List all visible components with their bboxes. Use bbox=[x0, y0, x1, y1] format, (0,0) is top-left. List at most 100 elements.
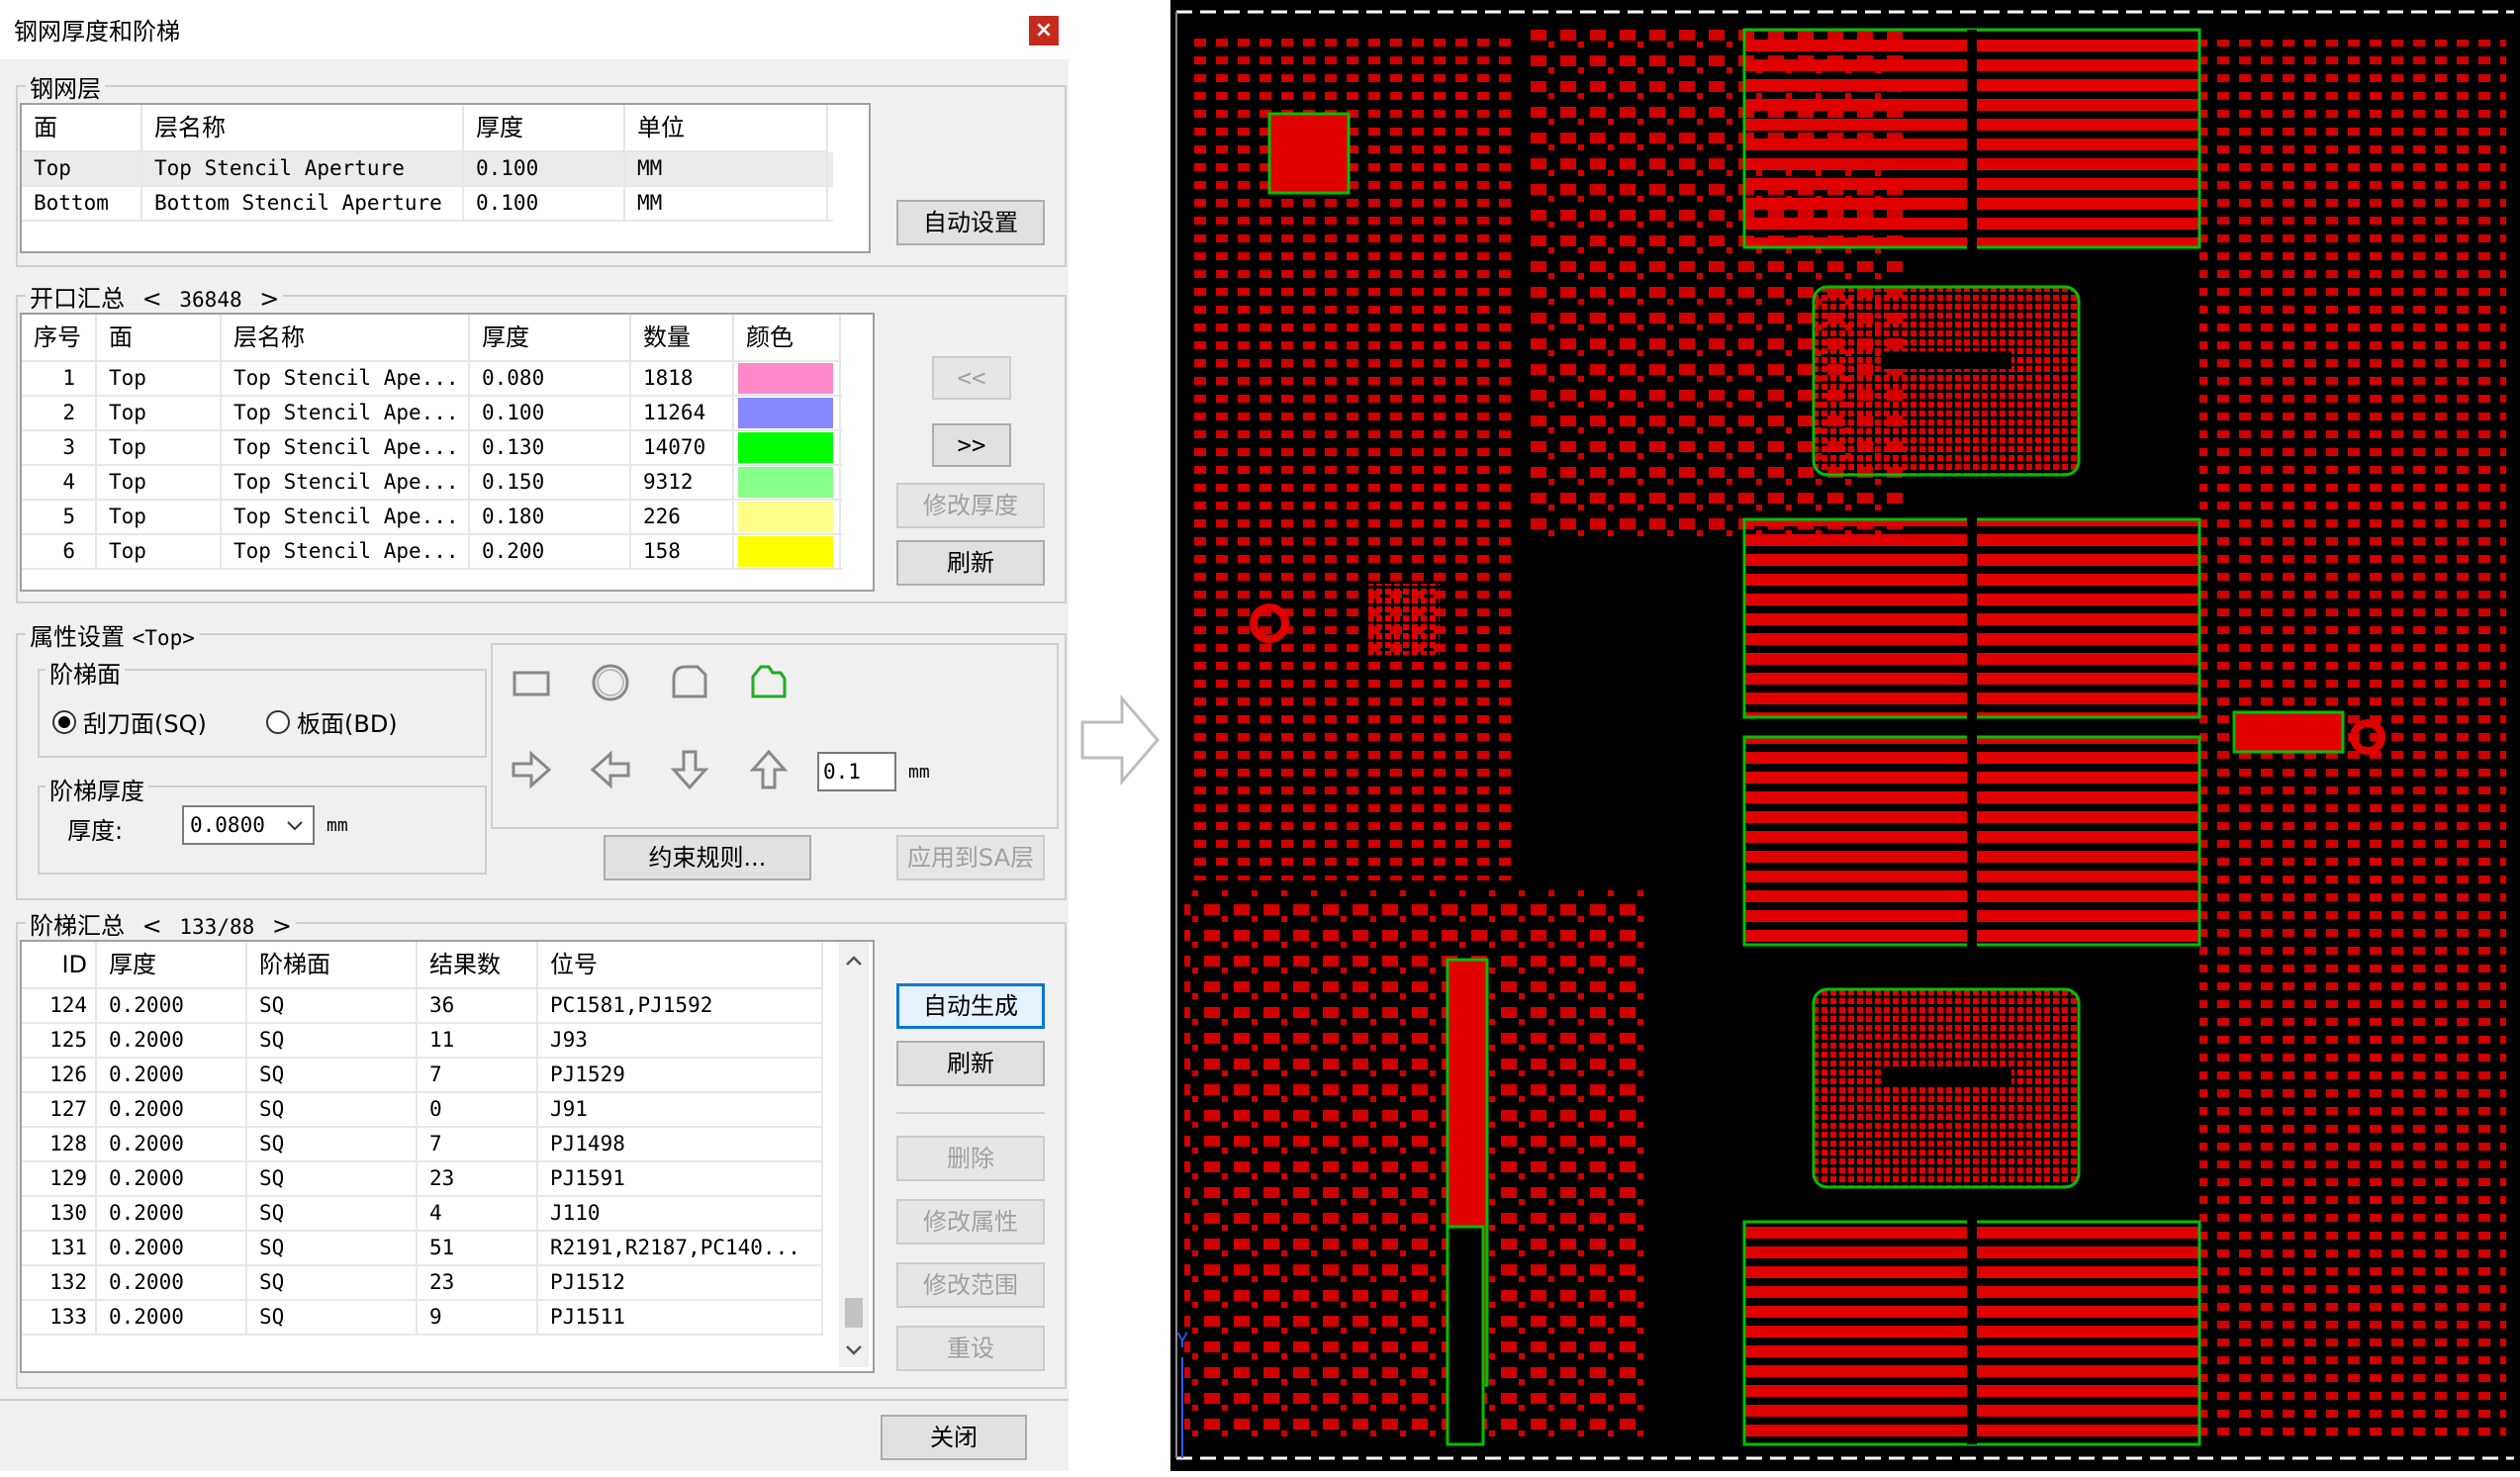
table-row[interactable]: 130 0.2000 SQ 4 J110 bbox=[22, 1197, 823, 1232]
column-header[interactable]: 数量 bbox=[631, 315, 734, 360]
table-row[interactable]: 131 0.2000 SQ 51 R2191,R2187,PC140... bbox=[22, 1232, 823, 1266]
refresh-steps-button[interactable]: 刷新 bbox=[896, 1041, 1045, 1086]
color-cell[interactable] bbox=[734, 535, 841, 568]
column-header[interactable]: 单位 bbox=[625, 105, 828, 150]
auto-setup-button[interactable]: 自动设置 bbox=[896, 200, 1045, 245]
pcb-stencil-view[interactable]: Y bbox=[1170, 0, 2520, 1471]
close-button[interactable]: 关闭 bbox=[881, 1415, 1027, 1460]
scroll-down-icon[interactable] bbox=[839, 1336, 869, 1365]
refdes-cell: PJ1512 bbox=[538, 1266, 823, 1299]
custom-shape-tool-icon[interactable] bbox=[743, 657, 794, 708]
column-header[interactable]: 厚度 bbox=[97, 942, 247, 987]
apply-to-sa-button[interactable]: 应用到SA层 bbox=[896, 835, 1045, 880]
rectangle-tool-icon[interactable] bbox=[506, 657, 557, 708]
color-cell[interactable] bbox=[734, 466, 841, 499]
face-cell: Top bbox=[97, 466, 222, 499]
connector-strip bbox=[1446, 1225, 1485, 1446]
index-cell: 3 bbox=[22, 431, 97, 464]
next-page-icon[interactable]: > bbox=[259, 285, 279, 313]
column-header[interactable]: 位号 bbox=[538, 942, 823, 987]
stencil-layer-legend: 钢网层 bbox=[26, 69, 105, 104]
option-squeegee[interactable]: 刮刀面(SQ) bbox=[51, 704, 207, 739]
scroll-up-icon[interactable] bbox=[839, 946, 869, 975]
modify-attributes-button[interactable]: 修改属性 bbox=[896, 1199, 1045, 1245]
thickness-cell: 0.100 bbox=[470, 397, 631, 429]
component-area-left-lower bbox=[1184, 890, 1649, 1444]
delete-button[interactable]: 删除 bbox=[896, 1136, 1045, 1181]
chamfer-shape-tool-icon[interactable] bbox=[664, 657, 715, 708]
modify-range-button[interactable]: 修改范围 bbox=[896, 1262, 1045, 1308]
face-cell: SQ bbox=[247, 1059, 418, 1091]
auto-generate-button[interactable]: 自动生成 bbox=[896, 983, 1045, 1029]
reset-button[interactable]: 重设 bbox=[896, 1326, 1045, 1371]
radio-checked-icon[interactable] bbox=[51, 709, 77, 735]
move-down-icon[interactable] bbox=[664, 744, 715, 795]
offset-input[interactable]: 0.1 bbox=[817, 752, 896, 791]
next-button[interactable]: >> bbox=[932, 423, 1011, 467]
column-header[interactable]: ID bbox=[22, 942, 97, 987]
color-swatch bbox=[738, 432, 833, 463]
next-page-icon[interactable]: > bbox=[272, 912, 292, 940]
prev-page-icon[interactable]: < bbox=[142, 912, 162, 940]
connector-strip bbox=[2232, 710, 2345, 754]
table-row[interactable]: 3 Top Top Stencil Ape... 0.130 14070 bbox=[22, 431, 843, 466]
refdes-cell: R2191,R2187,PC140... bbox=[538, 1232, 823, 1264]
color-cell[interactable] bbox=[734, 431, 841, 464]
thickness-select[interactable]: 0.0800 bbox=[182, 805, 315, 845]
layer-name-cell: Top Stencil Ape... bbox=[222, 431, 470, 464]
component-area-left bbox=[1184, 30, 1521, 880]
column-header[interactable]: 序号 bbox=[22, 315, 97, 360]
move-up-icon[interactable] bbox=[743, 744, 794, 795]
color-cell[interactable] bbox=[734, 397, 841, 429]
result-count-cell: 23 bbox=[418, 1266, 538, 1299]
column-header[interactable]: 层名称 bbox=[142, 105, 464, 150]
table-row[interactable]: 129 0.2000 SQ 23 PJ1591 bbox=[22, 1162, 823, 1197]
result-count-cell: 4 bbox=[418, 1197, 538, 1230]
refresh-openings-button[interactable]: 刷新 bbox=[896, 540, 1045, 586]
close-window-button[interactable]: × bbox=[1029, 16, 1059, 46]
table-row[interactable]: Top Top Stencil Aperture 0.100 MM bbox=[22, 152, 833, 187]
table-row[interactable]: 133 0.2000 SQ 9 PJ1511 bbox=[22, 1301, 823, 1336]
column-header[interactable]: 面 bbox=[97, 315, 222, 360]
table-row[interactable]: 132 0.2000 SQ 23 PJ1512 bbox=[22, 1266, 823, 1301]
table-row[interactable]: 128 0.2000 SQ 7 PJ1498 bbox=[22, 1128, 823, 1162]
constraint-rules-button[interactable]: 约束规则... bbox=[604, 835, 811, 880]
table-row[interactable]: 2 Top Top Stencil Ape... 0.100 11264 bbox=[22, 397, 843, 431]
column-header[interactable]: 厚度 bbox=[464, 105, 625, 150]
option-board[interactable]: 板面(BD) bbox=[265, 704, 398, 739]
move-left-icon[interactable] bbox=[585, 744, 636, 795]
column-header[interactable]: 厚度 bbox=[470, 315, 631, 360]
quantity-cell: 14070 bbox=[631, 431, 734, 464]
color-cell[interactable] bbox=[734, 362, 841, 395]
face-cell: SQ bbox=[247, 1162, 418, 1195]
table-row[interactable]: 127 0.2000 SQ 0 J91 bbox=[22, 1093, 823, 1128]
table-row[interactable]: Bottom Bottom Stencil Aperture 0.100 MM bbox=[22, 187, 833, 222]
column-header[interactable]: 层名称 bbox=[222, 315, 470, 360]
table-row[interactable]: 6 Top Top Stencil Ape... 0.200 158 bbox=[22, 535, 843, 570]
column-header[interactable]: 阶梯面 bbox=[247, 942, 418, 987]
move-right-icon[interactable] bbox=[506, 744, 557, 795]
modify-thickness-button[interactable]: 修改厚度 bbox=[896, 483, 1045, 528]
table-row[interactable]: 125 0.2000 SQ 11 J93 bbox=[22, 1024, 823, 1059]
scrollbar-thumb[interactable] bbox=[845, 1298, 863, 1328]
table-row[interactable]: 126 0.2000 SQ 7 PJ1529 bbox=[22, 1059, 823, 1093]
table-row[interactable]: 1 Top Top Stencil Ape... 0.080 1818 bbox=[22, 362, 843, 397]
prev-button[interactable]: << bbox=[932, 356, 1011, 400]
vertical-scrollbar[interactable] bbox=[839, 942, 869, 1367]
column-header[interactable]: 结果数 bbox=[418, 942, 538, 987]
prev-page-icon[interactable]: < bbox=[142, 285, 162, 313]
face-cell: SQ bbox=[247, 1024, 418, 1057]
column-header[interactable]: 面 bbox=[22, 105, 142, 150]
opening-summary-header: 序号 面 层名称 厚度 数量 颜色 bbox=[22, 315, 841, 362]
cpu-center-pad-1 bbox=[1883, 351, 2011, 369]
face-cell: Top bbox=[97, 362, 222, 395]
circle-tool-icon[interactable] bbox=[585, 657, 636, 708]
radio-unchecked-icon[interactable] bbox=[265, 709, 291, 735]
column-header[interactable]: 颜色 bbox=[734, 315, 841, 360]
color-cell[interactable] bbox=[734, 501, 841, 533]
table-row[interactable]: 124 0.2000 SQ 36 PC1581,PJ1592 bbox=[22, 989, 823, 1024]
table-row[interactable]: 5 Top Top Stencil Ape... 0.180 226 bbox=[22, 501, 843, 535]
pcb-layout-canvas[interactable]: Y bbox=[1170, 0, 2520, 1471]
table-row[interactable]: 4 Top Top Stencil Ape... 0.150 9312 bbox=[22, 466, 843, 501]
chevron-down-icon[interactable] bbox=[285, 819, 305, 833]
